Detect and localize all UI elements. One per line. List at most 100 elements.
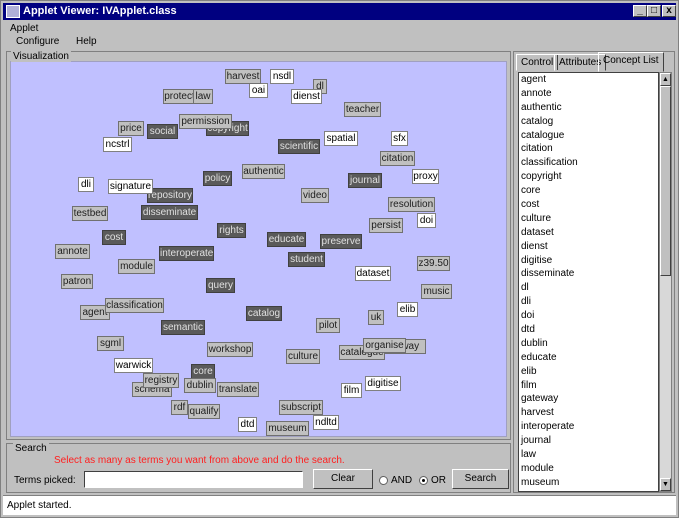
term-dataset[interactable]: dataset [355,266,391,281]
scroll-thumb[interactable] [660,86,671,276]
term-social[interactable]: social [147,124,178,139]
term-catalog[interactable]: catalog [246,306,282,321]
terms-picked-input[interactable] [84,471,303,488]
concept-list-item[interactable]: annote [519,87,658,101]
term-scientific[interactable]: scientific [278,139,320,154]
maximize-button[interactable]: □ [647,5,661,17]
concept-list-item[interactable]: dl [519,281,658,295]
close-button[interactable]: x [662,5,676,17]
term-nsdl[interactable]: nsdl [270,69,294,84]
concept-list-item[interactable]: cost [519,198,658,212]
term-dublin[interactable]: dublin [184,378,216,393]
term-preserve[interactable]: preserve [320,234,362,249]
term-journal[interactable]: journal [348,173,382,188]
term-museum[interactable]: museum [266,421,309,436]
term-registry[interactable]: registry [143,373,179,388]
concept-list-item[interactable]: dli [519,295,658,309]
and-radio[interactable]: AND [379,475,412,486]
term-culture[interactable]: culture [286,349,320,364]
term-law[interactable]: law [193,89,213,104]
menu-help[interactable]: Help [76,36,97,47]
minimize-button[interactable]: _ [633,5,647,17]
and-radio-circle[interactable] [379,476,388,485]
concept-list-item[interactable]: disseminate [519,267,658,281]
concept-list-item[interactable]: film [519,379,658,393]
concept-list-item[interactable]: classification [519,156,658,170]
term-digitise[interactable]: digitise [365,376,401,391]
term-workshop[interactable]: workshop [207,342,253,357]
term-teacher[interactable]: teacher [344,102,381,117]
term-harvest[interactable]: harvest [225,69,261,84]
term-cost[interactable]: cost [102,230,126,245]
term-testbed[interactable]: testbed [72,206,108,221]
term-subscript[interactable]: subscript [279,400,323,415]
concept-list-item[interactable]: journal [519,434,658,448]
term-music[interactable]: music [421,284,452,299]
menu-configure[interactable]: Configure [16,36,59,47]
term-student[interactable]: student [288,252,325,267]
concept-list-item[interactable]: dtd [519,323,658,337]
term-permission[interactable]: permission [179,114,232,129]
term-authentic[interactable]: authentic [242,164,285,179]
term-policy[interactable]: policy [203,171,232,186]
term-rdf[interactable]: rdf [171,400,188,415]
term-pilot[interactable]: pilot [316,318,340,333]
concept-list-item[interactable]: authentic [519,101,658,115]
term-patron[interactable]: patron [61,274,93,289]
concept-list-item[interactable]: dienst [519,240,658,254]
term-semantic[interactable]: semantic [161,320,205,335]
concept-list-item[interactable]: gateway [519,392,658,406]
term-elib[interactable]: elib [397,302,418,317]
concept-list-item[interactable]: catalogue [519,129,658,143]
term-uk[interactable]: uk [368,310,384,325]
search-button[interactable]: Search [452,469,509,489]
term-z3950[interactable]: z39.50 [417,256,450,271]
term-module[interactable]: module [118,259,155,274]
concept-list-item[interactable]: harvest [519,406,658,420]
term-core[interactable]: core [191,364,215,379]
term-annote[interactable]: annote [55,244,90,259]
term-sgml[interactable]: sgml [97,336,124,351]
concept-map-canvas[interactable]: oai harvest nsdl dl dienst protect law teacher p… [10,61,507,437]
concept-list-item[interactable]: culture [519,212,658,226]
term-oai[interactable]: oai [249,83,268,98]
term-persist[interactable]: persist [369,218,403,233]
concept-list-scrollbar[interactable]: ▲ ▼ [659,72,672,492]
concept-list-item[interactable]: museum [519,476,658,490]
term-warwick[interactable]: warwick [114,358,153,373]
term-repository[interactable]: repository [147,188,193,203]
term-spatial[interactable]: spatial [324,131,358,146]
term-dli[interactable]: dli [78,177,94,192]
concept-list-item[interactable]: agent [519,73,658,87]
term-sfx[interactable]: sfx [391,131,408,146]
concept-list-item[interactable]: catalog [519,115,658,129]
clear-button[interactable]: Clear [313,469,373,489]
concept-list-item[interactable]: elib [519,365,658,379]
concept-list-item[interactable]: copyright [519,170,658,184]
scroll-up-arrow-icon[interactable]: ▲ [660,73,671,86]
concept-list-item[interactable]: core [519,184,658,198]
term-resolution[interactable]: resolution [388,197,435,212]
term-doi[interactable]: doi [417,213,436,228]
term-disseminate[interactable]: disseminate [141,205,198,220]
concept-list-item[interactable]: interoperate [519,420,658,434]
term-signature[interactable]: signature [108,179,153,194]
term-rights[interactable]: rights [217,223,246,238]
term-translate[interactable]: translate [217,382,259,397]
concept-list-item[interactable]: doi [519,309,658,323]
term-classification[interactable]: classification [105,298,164,313]
term-query[interactable]: query [206,278,235,293]
term-interoperate[interactable]: interoperate [159,246,214,261]
concept-list[interactable]: agent annote authentic catalog catalogue cita… [518,72,659,492]
term-proxy[interactable]: proxy [412,169,439,184]
tab-concept-list[interactable]: Concept List [598,52,664,72]
term-organise[interactable]: organise [363,338,406,353]
term-citation[interactable]: citation [380,151,415,166]
menu-applet[interactable]: Applet [10,23,38,34]
or-radio[interactable]: OR [419,475,446,486]
concept-list-item[interactable]: law [519,448,658,462]
concept-list-item[interactable]: digitise [519,254,658,268]
concept-list-item[interactable]: dataset [519,226,658,240]
term-price[interactable]: price [118,121,144,136]
term-dtd[interactable]: dtd [238,417,257,432]
